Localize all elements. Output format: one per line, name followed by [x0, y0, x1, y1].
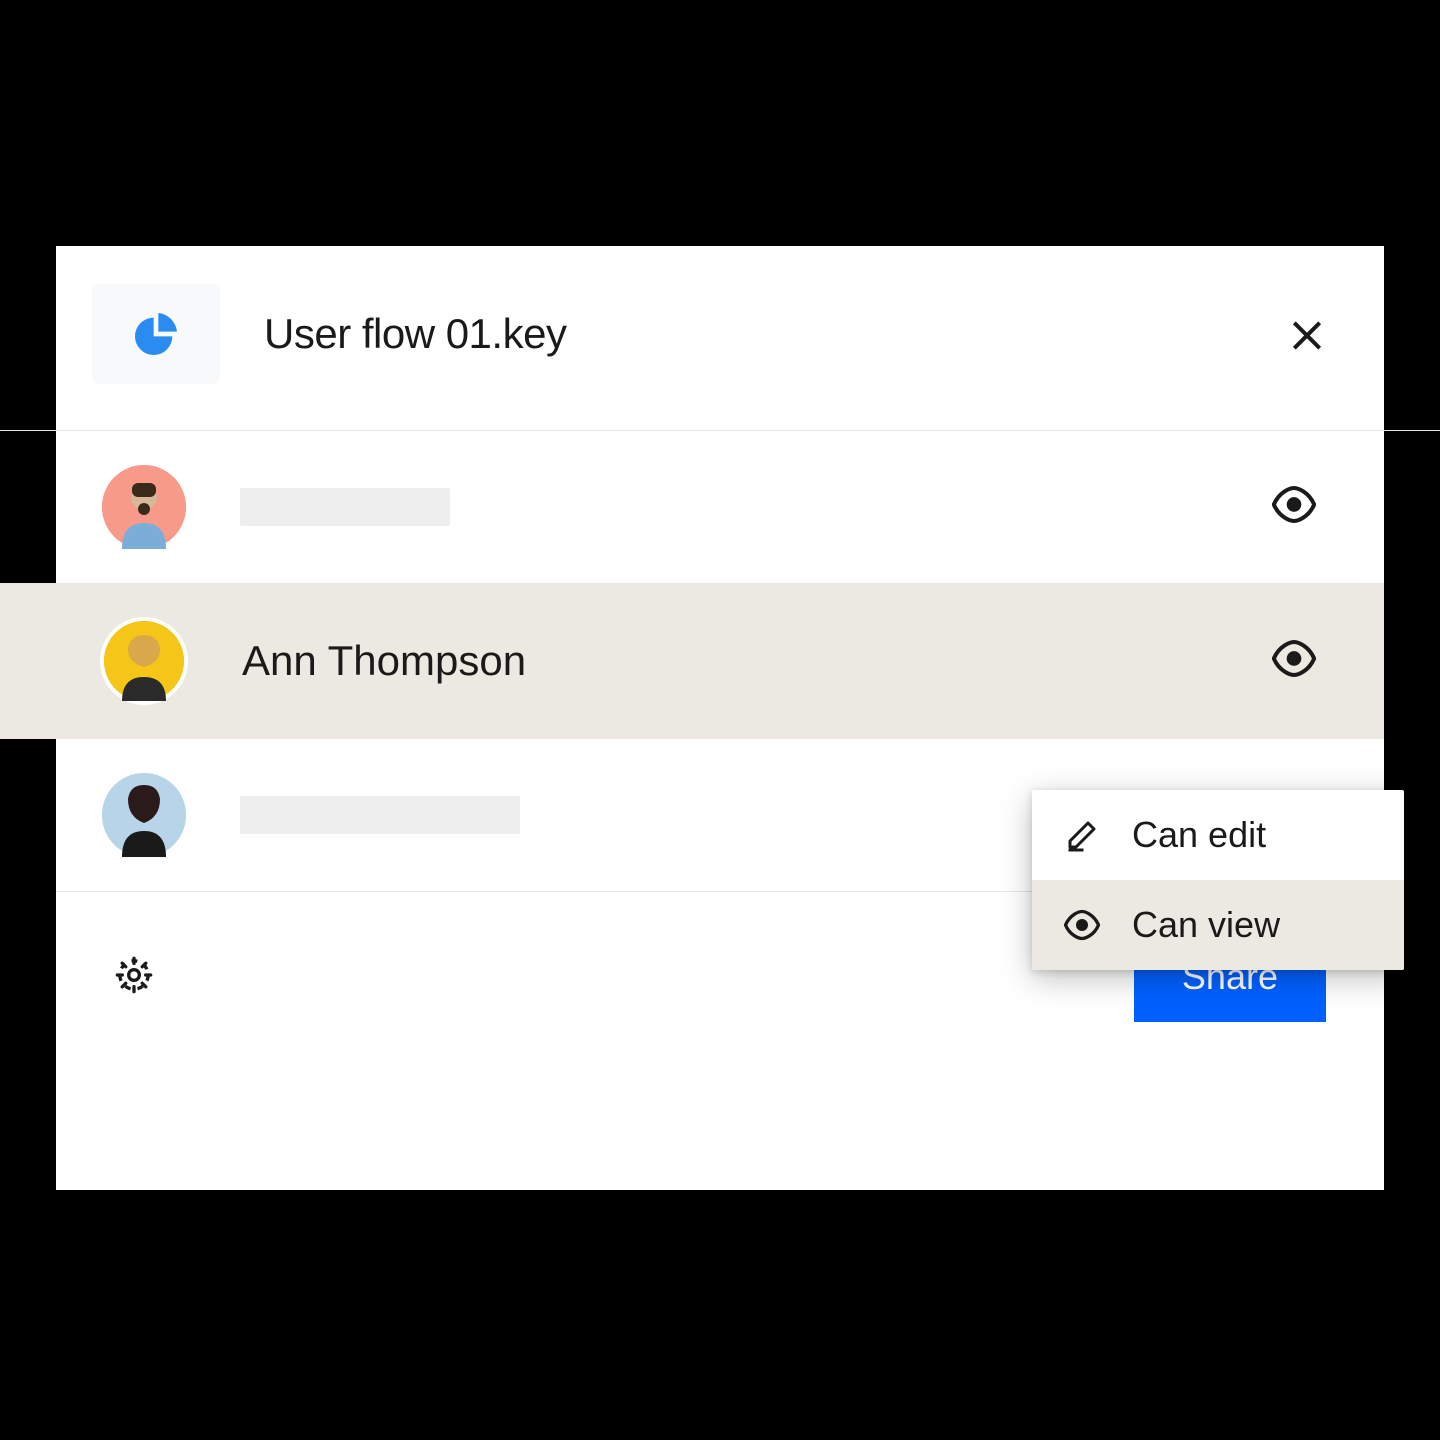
avatar	[102, 773, 186, 857]
modal-header: User flow 01.key	[56, 246, 1384, 430]
eye-icon	[1272, 483, 1316, 527]
permission-indicator[interactable]	[1272, 483, 1316, 532]
settings-button[interactable]	[114, 955, 154, 1000]
name-placeholder	[240, 796, 520, 834]
person-row[interactable]	[56, 431, 1384, 583]
dropdown-item-can-edit[interactable]: Can edit	[1032, 790, 1404, 880]
permission-indicator[interactable]	[1272, 637, 1316, 686]
bottom-black-region	[0, 1190, 1440, 1440]
top-black-region	[0, 0, 1440, 246]
person-name: Ann Thompson	[242, 637, 526, 685]
eye-icon	[1064, 907, 1100, 943]
file-title: User flow 01.key	[264, 310, 566, 358]
pie-chart-icon	[128, 306, 184, 362]
pencil-icon	[1064, 817, 1100, 853]
close-icon	[1288, 317, 1326, 355]
dropdown-item-can-view[interactable]: Can view	[1032, 880, 1404, 970]
permission-dropdown: Can edit Can view	[1032, 790, 1404, 970]
close-button[interactable]	[1288, 317, 1326, 360]
dropdown-label: Can edit	[1132, 814, 1266, 856]
avatar	[100, 617, 188, 705]
avatar	[102, 465, 186, 549]
file-icon-container	[92, 284, 220, 384]
person-row-selected[interactable]: Ann Thompson	[0, 583, 1384, 739]
name-placeholder	[240, 488, 450, 526]
dropdown-label: Can view	[1132, 904, 1280, 946]
eye-icon	[1272, 637, 1316, 681]
gear-icon	[114, 955, 154, 995]
